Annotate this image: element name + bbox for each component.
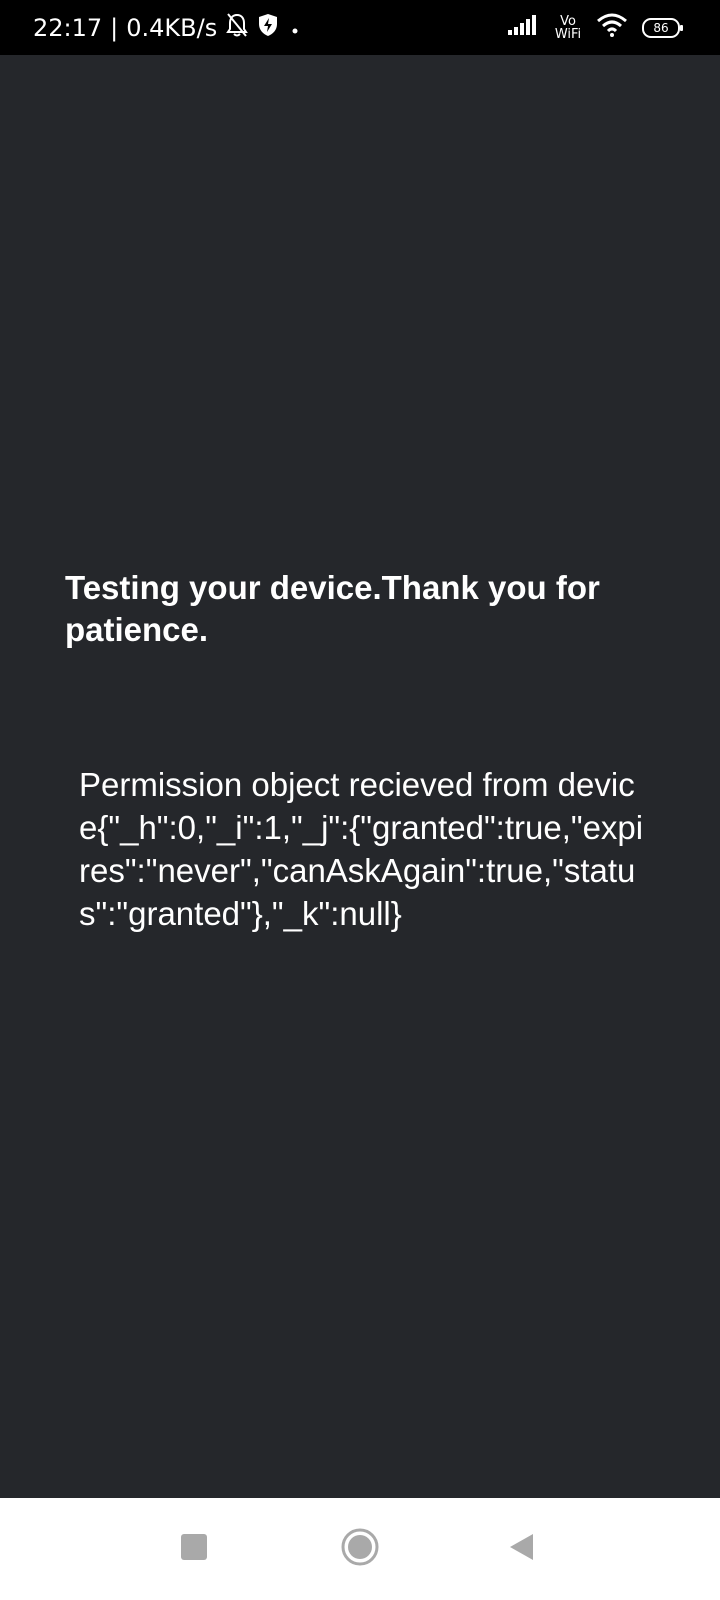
navigation-bar	[0, 1498, 720, 1600]
signal-icon	[508, 15, 540, 40]
status-right: Vo WiFi 86	[508, 0, 683, 55]
back-icon	[507, 1532, 537, 1567]
vowifi-indicator: Vo WiFi	[554, 15, 582, 41]
wifi-icon	[596, 13, 628, 42]
clock: 22:17	[33, 13, 103, 42]
permission-message: Permission object recieved from device{"…	[79, 766, 644, 932]
back-button[interactable]	[482, 1498, 562, 1600]
status-separator: |	[110, 13, 119, 42]
bell-off-icon	[225, 12, 249, 44]
status-left: 22:17 | 0.4KB/s	[33, 0, 303, 55]
dot-icon	[287, 14, 303, 42]
page-heading: Testing your device.Thank you for patien…	[65, 569, 600, 648]
status-bar: 22:17 | 0.4KB/s Vo WiFi 86	[0, 0, 720, 55]
network-speed: 0.4KB/s	[126, 13, 218, 42]
home-button[interactable]	[320, 1498, 400, 1600]
vowifi-bottom: WiFi	[554, 26, 582, 42]
battery-level: 86	[653, 20, 669, 35]
home-icon	[340, 1527, 380, 1572]
battery-icon: 86	[642, 17, 683, 38]
app-screen: Testing your device.Thank you for patien…	[0, 55, 720, 1498]
shield-icon	[257, 13, 279, 43]
recents-button[interactable]	[154, 1498, 234, 1600]
vowifi-top: Vo	[560, 13, 576, 29]
recents-icon	[180, 1533, 208, 1566]
